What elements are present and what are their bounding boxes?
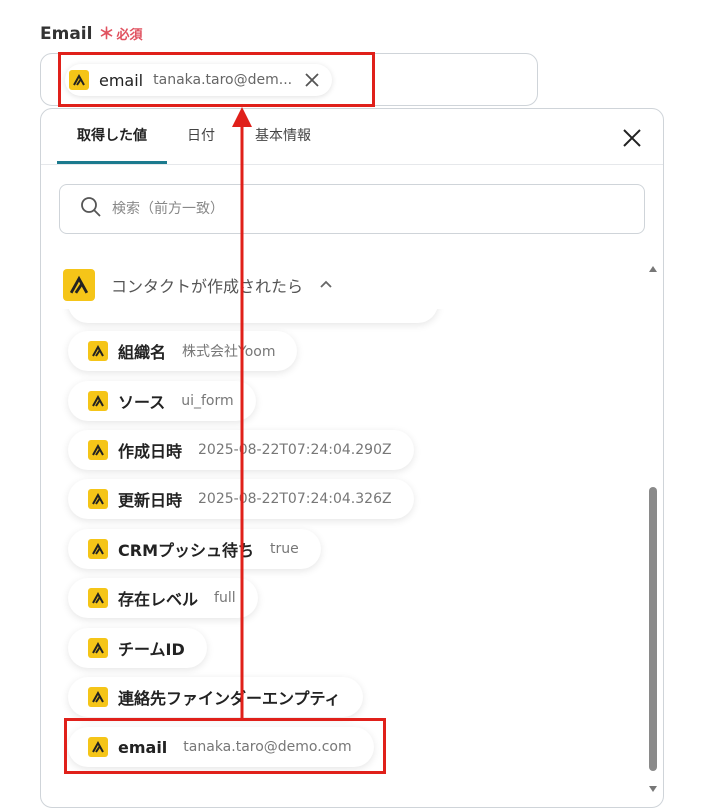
yoom-logo-icon [88, 638, 108, 658]
scroll-up-arrow-icon[interactable] [648, 259, 658, 272]
yoom-logo-icon [88, 440, 108, 460]
yoom-logo-icon [88, 391, 108, 411]
list-item[interactable]: 作成日時 2025-08-22T07:24:04.290Z [68, 430, 414, 470]
group-title: コンタクトが作成されたら [111, 277, 304, 296]
group-header-contact-created[interactable]: コンタクトが作成されたら [63, 269, 333, 301]
close-icon[interactable] [621, 127, 643, 149]
item-name: 連絡先ファインダーエンプティ [118, 689, 341, 708]
scroll-down-arrow-icon[interactable] [648, 779, 658, 792]
item-value: 株式会社Yoom [182, 344, 276, 360]
item-name: 組織名 [118, 343, 167, 362]
item-name: ソース [118, 393, 166, 412]
tab-retrieved-values[interactable]: 取得した値 [57, 109, 167, 164]
chevron-up-icon[interactable] [319, 276, 333, 295]
tab-divider [41, 164, 663, 165]
search-box[interactable] [59, 184, 645, 234]
required-text: 必須 [116, 28, 143, 43]
list-item[interactable]: ソース ui_form [68, 381, 256, 421]
picker-tabs: 取得した値 日付 基本情報 [57, 109, 331, 164]
item-value: ui_form [181, 393, 234, 409]
list-item[interactable]: チームID [68, 628, 207, 668]
list-item[interactable]: 連絡先ファインダーエンプティ [68, 677, 363, 717]
item-name: CRMプッシュ待ち [118, 541, 254, 560]
item-name: 作成日時 [118, 442, 183, 461]
yoom-logo-icon [88, 588, 108, 608]
annotation-highlight-email-item [64, 718, 386, 774]
item-name: 存在レベル [118, 590, 199, 609]
value-picker-panel: 取得した値 日付 基本情報 コンタクトが作成されたら 組織名 株式会社Yoom [40, 108, 664, 808]
yoom-logo-icon [88, 341, 108, 361]
item-name: 更新日時 [118, 491, 183, 510]
item-value: 2025-08-22T07:24:04.326Z [198, 491, 392, 507]
list-item[interactable]: 組織名 株式会社Yoom [68, 331, 298, 371]
list-item-partial[interactable] [68, 309, 438, 323]
tab-basic-info[interactable]: 基本情報 [235, 109, 331, 164]
item-value: true [270, 541, 299, 557]
yoom-logo-icon [88, 489, 108, 509]
list-item[interactable]: 存在レベル full [68, 578, 258, 618]
search-icon [80, 196, 102, 222]
list-item[interactable]: CRMプッシュ待ち true [68, 529, 321, 569]
yoom-logo-icon [88, 539, 108, 559]
scrollbar-thumb[interactable] [649, 487, 657, 771]
list-item[interactable]: 更新日時 2025-08-22T07:24:04.326Z [68, 479, 414, 519]
field-label-text: Email [40, 24, 93, 44]
item-value: full [214, 590, 236, 606]
required-mark: ＊ [98, 24, 115, 43]
yoom-logo-icon [63, 269, 95, 301]
annotation-highlight-token [58, 52, 375, 107]
item-name: チームID [118, 640, 185, 659]
item-value: 2025-08-22T07:24:04.290Z [198, 442, 392, 458]
yoom-logo-icon [88, 687, 108, 707]
email-field-label: Email ＊必須 [40, 20, 142, 44]
search-input[interactable] [110, 200, 614, 218]
tab-date[interactable]: 日付 [167, 109, 235, 164]
scrollbar[interactable] [648, 259, 658, 792]
